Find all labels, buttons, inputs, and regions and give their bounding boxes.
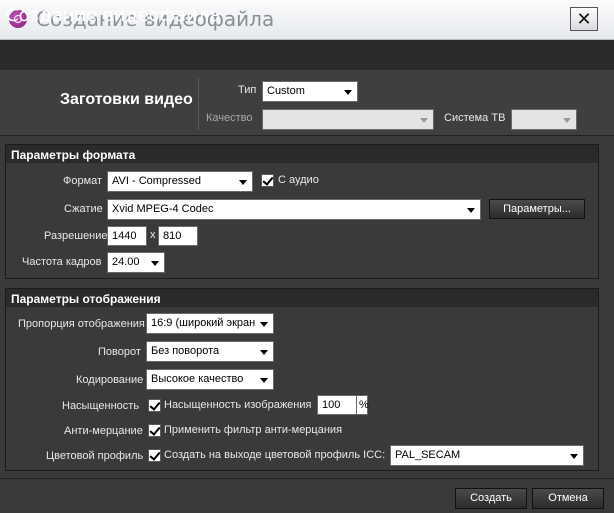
presets-divider bbox=[198, 78, 199, 130]
quality-label: Качество bbox=[206, 112, 253, 124]
width-input[interactable]: 1440 bbox=[107, 226, 147, 246]
antiflicker-checkbox-label: Применить фильтр анти-мерцания bbox=[164, 424, 343, 436]
saturation-checkbox[interactable] bbox=[148, 399, 161, 412]
compression-select[interactable]: Xvid MPEG-4 Codec bbox=[107, 199, 481, 220]
rotation-select-value: Без поворота bbox=[151, 345, 220, 357]
saturation-unit: % bbox=[356, 395, 369, 415]
aspect-label: Пропорция отображения bbox=[18, 318, 145, 330]
saturation-label: Насыщенность bbox=[62, 400, 140, 412]
tv-system-label: Система ТВ bbox=[444, 112, 506, 124]
tv-system-select[interactable] bbox=[511, 109, 577, 130]
chevron-down-icon bbox=[559, 111, 575, 128]
antiflicker-checkbox[interactable] bbox=[148, 424, 161, 437]
dialog-header bbox=[0, 40, 614, 70]
chevron-down-icon bbox=[256, 371, 272, 388]
chevron-down-icon bbox=[256, 343, 272, 360]
footer-divider bbox=[0, 478, 614, 479]
create-button[interactable]: Создать bbox=[455, 488, 527, 509]
framerate-select-value: 24.00 bbox=[112, 256, 140, 268]
compression-select-value: Xvid MPEG-4 Codec bbox=[112, 203, 214, 215]
rotation-select[interactable]: Без поворота bbox=[146, 341, 274, 362]
encoding-label: Кодирование bbox=[76, 374, 144, 386]
presets-title: Заготовки видео bbox=[60, 91, 193, 108]
chevron-down-icon bbox=[463, 201, 479, 218]
aspect-select[interactable]: 16:9 (широкий экран bbox=[146, 313, 274, 334]
saturation-input[interactable]: 100 bbox=[317, 395, 357, 415]
profile-select-value: PAL_SECAM bbox=[395, 449, 461, 461]
chevron-down-icon bbox=[416, 111, 432, 128]
chevron-down-icon bbox=[256, 315, 272, 332]
profile-checkbox[interactable] bbox=[148, 449, 161, 462]
saturation-checkbox-label: Насыщенность изображения bbox=[164, 399, 312, 411]
aspect-select-value: 16:9 (широкий экран bbox=[151, 317, 256, 329]
chevron-down-icon bbox=[340, 83, 356, 100]
antiflicker-label: Анти-мерцание bbox=[64, 425, 143, 437]
cancel-button[interactable]: Отмена bbox=[532, 488, 604, 509]
height-input[interactable]: 810 bbox=[158, 226, 198, 246]
audio-checkbox-label: С аудио bbox=[278, 174, 319, 186]
type-select[interactable]: Custom bbox=[262, 81, 358, 102]
display-panel-title: Параметры отображения bbox=[6, 289, 598, 307]
encoding-select-value: Высокое качество bbox=[151, 373, 244, 385]
format-select-value: AVI - Compressed bbox=[112, 175, 202, 187]
framerate-select[interactable]: 24.00 bbox=[107, 252, 165, 273]
encoding-select[interactable]: Высокое качество bbox=[146, 369, 274, 390]
type-select-value: Custom bbox=[267, 85, 305, 97]
profile-checkbox-label: Создать на выходе цветовой профиль ICC: bbox=[164, 449, 386, 461]
codec-params-button[interactable]: Параметры... bbox=[489, 199, 585, 219]
format-label: Формат bbox=[63, 175, 103, 187]
framerate-label: Частота кадров bbox=[22, 256, 102, 268]
chevron-down-icon bbox=[147, 254, 163, 271]
quality-select[interactable] bbox=[262, 109, 434, 130]
chevron-down-icon bbox=[235, 173, 251, 190]
type-label: Тип bbox=[238, 84, 257, 96]
resolution-label: Разрешение bbox=[44, 230, 108, 242]
format-panel-title: Параметры формата bbox=[6, 145, 598, 163]
compression-label: Сжатие bbox=[64, 203, 103, 215]
profile-label: Цветовой профиль bbox=[46, 450, 144, 462]
audio-checkbox[interactable] bbox=[261, 174, 274, 187]
close-button[interactable]: ✕ bbox=[570, 7, 598, 31]
dialog-title: Создание видеофайла bbox=[6, 5, 221, 26]
rotation-label: Поворот bbox=[98, 346, 141, 358]
profile-select[interactable]: PAL_SECAM bbox=[390, 445, 584, 466]
chevron-down-icon bbox=[566, 447, 582, 464]
resolution-separator: x bbox=[150, 229, 156, 241]
format-select[interactable]: AVI - Compressed bbox=[107, 171, 253, 192]
